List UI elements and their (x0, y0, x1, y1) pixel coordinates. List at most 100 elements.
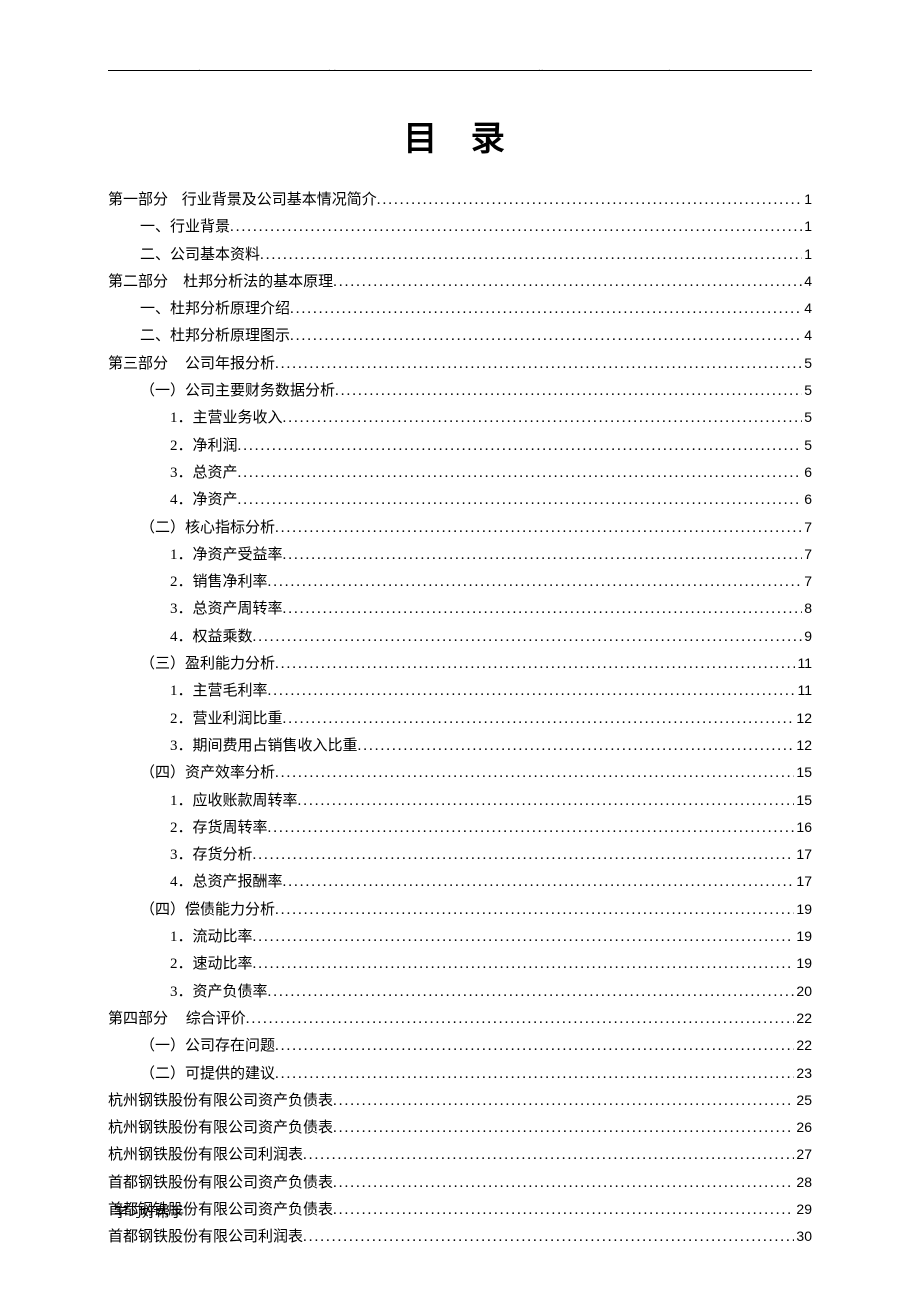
toc-page-number: 9 (802, 623, 812, 649)
toc-leader-dots (290, 296, 802, 322)
toc-page-number: 15 (794, 787, 812, 813)
toc-page-number: 15 (794, 759, 812, 785)
toc-suffix: 综合评价 (186, 1006, 246, 1032)
toc-entry: 第二部分杜邦分析法的基本原理4 (108, 268, 812, 295)
toc-entry: （四）偿债能力分析 19 (108, 896, 812, 923)
toc-leader-dots (238, 433, 803, 459)
toc-suffix: 公司年报分析 (185, 351, 275, 377)
toc-entry: （四）资产效率分析 15 (108, 759, 812, 786)
header-rule: . . .. . (108, 70, 812, 71)
toc-entry: 1．净资产受益率7 (108, 541, 812, 568)
toc-leader-dots (275, 515, 802, 541)
toc-entry: 3．期间费用占销售收入比重12 (108, 732, 812, 759)
toc-leader-dots (333, 1170, 794, 1196)
toc-label: 1．主营业务收入 (170, 405, 283, 431)
toc-entry: 2．存货周转率16 (108, 814, 812, 841)
toc-leader-dots (377, 187, 802, 213)
toc-leader-dots (275, 651, 795, 677)
toc-label: 2．速动比率 (170, 951, 253, 977)
toc-leader-dots (283, 542, 803, 568)
toc-label: （四）资产效率分析 (140, 760, 275, 786)
toc-leader-dots (253, 924, 795, 950)
toc-leader-dots (275, 760, 794, 786)
toc-leader-dots (238, 487, 803, 513)
toc-leader-dots (335, 378, 802, 404)
toc-page-number: 1 (802, 241, 812, 267)
toc-label: 4．净资产 (170, 487, 238, 513)
toc-leader-dots (275, 351, 802, 377)
toc-label: （四）偿债能力分析 (140, 897, 275, 923)
toc-leader-dots (303, 1142, 794, 1168)
toc-entry: 首都钢铁股份有限公司利润表30 (108, 1223, 812, 1250)
toc-entry: 3．总资产6 (108, 459, 812, 486)
toc-entry: 二、杜邦分析原理图示4 (108, 322, 812, 349)
toc-label: 1．净资产受益率 (170, 542, 283, 568)
toc-leader-dots (253, 842, 795, 868)
toc-page-number: 23 (794, 1060, 812, 1086)
header-dot: .. (538, 62, 544, 74)
toc-entry: 首都钢铁股份有限公司资产负债表29 (108, 1196, 812, 1223)
toc-page-number: 5 (802, 432, 812, 458)
toc-label: 3．总资产周转率 (170, 596, 283, 622)
toc-label: 4．总资产报酬率 (170, 869, 283, 895)
toc-entry: 一、行业背景1 (108, 213, 812, 240)
toc-label: 1．应收账款周转率 (170, 788, 298, 814)
toc-page-number: 5 (802, 350, 812, 376)
toc-page-number: 1 (802, 186, 812, 212)
toc-leader-dots (260, 242, 802, 268)
toc-entry: 4．权益乘数9 (108, 623, 812, 650)
toc-leader-dots (333, 269, 802, 295)
toc-label: （二）核心指标分析 (140, 515, 275, 541)
toc-entry: 1．应收账款周转率 15 (108, 787, 812, 814)
toc-label: 3．期间费用占销售收入比重 (170, 733, 358, 759)
toc-label: 一、杜邦分析原理介绍 (140, 296, 290, 322)
toc-label: 1．主营毛利率 (170, 678, 268, 704)
toc-label: 2．营业利润比重 (170, 706, 283, 732)
toc-page-number: 22 (794, 1032, 812, 1058)
toc-page-number: 17 (794, 841, 812, 867)
toc-label: 第三部分 (108, 351, 168, 377)
toc-entry: 杭州钢铁股份有限公司利润表 27 (108, 1141, 812, 1168)
toc-label: 3．存货分析 (170, 842, 253, 868)
toc-entry: 二、公司基本资料 1 (108, 241, 812, 268)
toc-entry: 杭州钢铁股份有限公司资产负债表25 (108, 1087, 812, 1114)
toc-label: 1．流动比率 (170, 924, 253, 950)
toc-page-number: 6 (802, 486, 812, 512)
toc-label: （一）公司存在问题 (140, 1033, 275, 1059)
toc-entry: 3．总资产周转率8 (108, 595, 812, 622)
toc-page-number: 27 (794, 1141, 812, 1167)
toc-entry: 1．流动比率19 (108, 923, 812, 950)
toc-leader-dots (230, 214, 802, 240)
toc-page-number: 22 (794, 1005, 812, 1031)
toc-page-number: 7 (802, 568, 812, 594)
toc-page-number: 19 (794, 896, 812, 922)
toc-page-number: 28 (794, 1169, 812, 1195)
toc-entry: （二）核心指标分析7 (108, 514, 812, 541)
toc-page-number: 26 (794, 1114, 812, 1140)
toc-entry: 一、杜邦分析原理介绍4 (108, 295, 812, 322)
toc-leader-dots (268, 815, 795, 841)
toc-entry: （三）盈利能力分析11 (108, 650, 812, 677)
toc-entry: 第三部分公司年报分析 5 (108, 350, 812, 377)
toc-leader-dots (253, 624, 803, 650)
toc-page-number: 1 (802, 213, 812, 239)
toc-label: 二、公司基本资料 (140, 242, 260, 268)
toc-entry: 杭州钢铁股份有限公司资产负债表26 (108, 1114, 812, 1141)
toc-leader-dots (268, 979, 795, 1005)
toc-leader-dots (290, 323, 802, 349)
toc-label: 第四部分 (108, 1006, 168, 1032)
toc-page-number: 11 (795, 650, 812, 676)
header-dot: . (668, 62, 671, 74)
toc-leader-dots (275, 897, 794, 923)
toc-label: （一）公司主要财务数据分析 (140, 378, 335, 404)
toc-page-number: 30 (794, 1223, 812, 1249)
toc-label: 2．存货周转率 (170, 815, 268, 841)
toc-page-number: 29 (794, 1196, 812, 1222)
toc-leader-dots (238, 460, 803, 486)
toc-suffix: 杜邦分析法的基本原理 (183, 269, 333, 295)
toc-label: 第一部分 (108, 187, 168, 213)
toc-entry: 首都钢铁股份有限公司资产负债表28 (108, 1169, 812, 1196)
toc-label: 3．资产负债率 (170, 979, 268, 1005)
toc-label: 杭州钢铁股份有限公司利润表 (108, 1142, 303, 1168)
toc-title: 目 录 (108, 111, 812, 160)
